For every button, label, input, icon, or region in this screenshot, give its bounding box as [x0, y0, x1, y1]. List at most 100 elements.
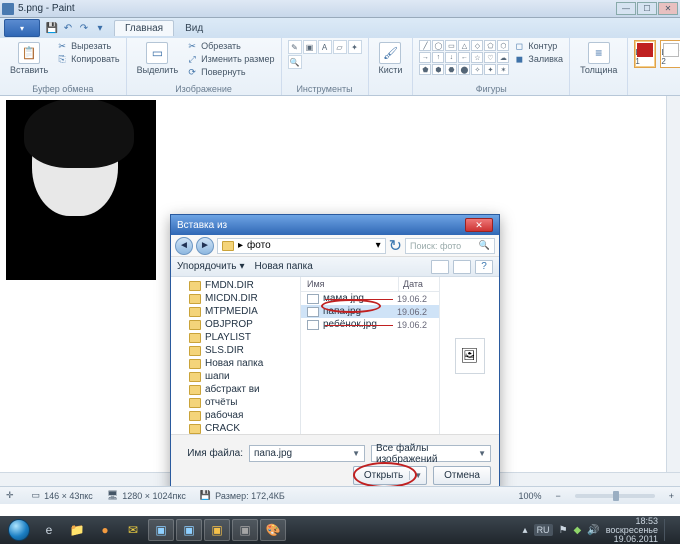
taskbar-ie[interactable]: e — [36, 519, 62, 541]
qat-save-icon[interactable]: 💾 — [45, 21, 59, 35]
open-dialog: Вставка из ✕ ◄ ► ▸ фото ▾ ↻ Поиск: фото … — [170, 214, 500, 486]
newfolder-button[interactable]: Новая папка — [255, 261, 313, 272]
view-mode-button[interactable] — [431, 260, 449, 274]
tree-item[interactable]: отчёты — [171, 396, 300, 409]
maximize-button[interactable]: ☐ — [637, 2, 657, 15]
tool-magnifier[interactable]: 🔍 — [288, 55, 302, 69]
tool-text[interactable]: A — [318, 40, 332, 54]
filename-input[interactable]: папа.jpg ▼ — [249, 445, 365, 462]
show-desktop-button[interactable] — [664, 519, 672, 541]
tray-action-icon[interactable]: ◆ — [574, 525, 582, 536]
tool-picker[interactable]: ✦ — [348, 40, 362, 54]
size-button[interactable]: ≡ Толщина — [576, 40, 621, 77]
taskbar-paint[interactable]: 🎨 — [260, 519, 286, 541]
help-button[interactable]: ? — [475, 260, 493, 274]
open-button[interactable]: Открыть▼ — [353, 466, 427, 485]
tree-item[interactable]: OBJPROP — [171, 318, 300, 331]
nav-back-button[interactable]: ◄ — [175, 237, 193, 255]
ribbon: 📋 Вставить ✂Вырезать ⎘Копировать Буфер о… — [0, 38, 680, 96]
organize-button[interactable]: Упорядочить▾ — [177, 261, 245, 272]
taskbar-item-3[interactable]: ▣ — [204, 519, 230, 541]
tree-item[interactable]: абстракт ви — [171, 383, 300, 396]
select-button[interactable]: ▭ Выделить — [133, 40, 183, 77]
start-button[interactable] — [4, 518, 34, 542]
tree-item[interactable]: MICDN.DIR — [171, 292, 300, 305]
dialog-search[interactable]: Поиск: фото 🔍 — [405, 238, 495, 254]
resize-button[interactable]: ⤢Изменить размер — [186, 53, 274, 65]
taskbar-explorer[interactable]: 📁 — [64, 519, 90, 541]
refresh-icon[interactable]: ↻ — [389, 236, 402, 256]
brushes-button[interactable]: 🖌 Кисти — [375, 40, 407, 77]
copy-button[interactable]: ⎘Копировать — [56, 53, 119, 65]
color1-button[interactable]: Цвет 1 — [634, 40, 656, 68]
cancel-button[interactable]: Отмена — [433, 466, 491, 485]
tree-item[interactable]: SLS.DIR — [171, 344, 300, 357]
close-button[interactable]: ✕ — [658, 2, 678, 15]
color2-button[interactable]: Цвет 2 — [660, 40, 680, 68]
qat-redo-icon[interactable]: ↷ — [77, 21, 91, 35]
tree-item[interactable]: FMDN.DIR — [171, 279, 300, 292]
preview-thumbnail: 🖼 — [455, 338, 485, 374]
tree-item[interactable]: Новая папка — [171, 357, 300, 370]
preview-pane: 🖼 — [439, 277, 499, 434]
tree-item[interactable]: MTPMEDIA — [171, 305, 300, 318]
dialog-nav: ◄ ► ▸ фото ▾ ↻ Поиск: фото 🔍 — [171, 235, 499, 257]
breadcrumb[interactable]: ▸ фото ▾ — [217, 238, 386, 254]
vertical-scrollbar[interactable] — [666, 96, 680, 472]
tool-pencil[interactable]: ✎ — [288, 40, 302, 54]
folder-icon — [189, 333, 201, 343]
status-filesize: 💾 Размер: 172,4КБ — [200, 490, 285, 501]
crop-button[interactable]: ✂Обрезать — [186, 40, 274, 52]
nav-forward-button[interactable]: ► — [196, 237, 214, 255]
app-icon — [2, 3, 14, 15]
tool-fill[interactable]: ▣ — [303, 40, 317, 54]
tree-item[interactable]: шапи — [171, 370, 300, 383]
taskbar-firefox[interactable]: ● — [92, 519, 118, 541]
taskbar-item-2[interactable]: ▣ — [176, 519, 202, 541]
qat-undo-icon[interactable]: ↶ — [61, 21, 75, 35]
tray-volume-icon[interactable]: 🔊 — [587, 525, 599, 536]
resize-icon: ⤢ — [186, 53, 198, 65]
preview-toggle-button[interactable] — [453, 260, 471, 274]
tray-clock[interactable]: 18:53 воскресенье 19.06.2011 — [606, 517, 658, 544]
tray-network-icon[interactable]: ⚑ — [559, 525, 568, 536]
column-name[interactable]: Имя — [301, 277, 399, 291]
dialog-titlebar[interactable]: Вставка из ✕ — [171, 215, 499, 235]
tree-item[interactable]: рабочая — [171, 409, 300, 422]
zoom-slider[interactable] — [575, 494, 655, 498]
app-menu-button[interactable]: ▾ — [4, 19, 40, 37]
tree-item[interactable]: PLAYLIST — [171, 331, 300, 344]
filetype-filter[interactable]: Все файлы изображений ▼ — [371, 445, 491, 462]
dialog-footer: Имя файла: папа.jpg ▼ Все файлы изображе… — [171, 435, 499, 486]
tab-view[interactable]: Вид — [174, 20, 214, 36]
file-row[interactable]: ребёнок.jpg19.06.2 — [301, 318, 439, 331]
shape-outline-button[interactable]: ◻Контур — [513, 40, 563, 52]
taskbar-item-4[interactable]: ▣ — [232, 519, 258, 541]
tree-item[interactable]: CRACK — [171, 422, 300, 434]
file-row[interactable]: папа.jpg19.06.2 — [301, 305, 439, 318]
taskbar-mail[interactable]: ✉ — [120, 519, 146, 541]
tray-show-hidden-icon[interactable]: ▴ — [523, 525, 528, 536]
column-date[interactable]: Дата — [399, 277, 439, 291]
tab-home[interactable]: Главная — [114, 20, 174, 36]
folder-icon — [222, 241, 234, 251]
file-row[interactable]: мама.jpg19.06.2 — [301, 292, 439, 305]
file-list[interactable]: Имя Дата мама.jpg19.06.2папа.jpg19.06.2р… — [301, 277, 439, 434]
paste-button[interactable]: 📋 Вставить — [6, 40, 52, 77]
tray-language[interactable]: RU — [534, 524, 553, 536]
minimize-button[interactable]: — — [616, 2, 636, 15]
canvas-area[interactable]: Вставка из ✕ ◄ ► ▸ фото ▾ ↻ Поиск: фото … — [0, 96, 680, 486]
tool-eraser[interactable]: ▱ — [333, 40, 347, 54]
zoom-in-button[interactable]: + — [669, 491, 674, 501]
shape-gallery[interactable]: ╱◯▭△◇⬠⬡ →↑↓←☆♡☁ ⬟⬢⬣⬤✧✦✶ — [419, 40, 509, 75]
rotate-button[interactable]: ⟳Повернуть — [186, 66, 274, 78]
shape-fill-button[interactable]: ◼Заливка — [513, 53, 563, 65]
zoom-out-button[interactable]: − — [555, 491, 560, 501]
dialog-close-button[interactable]: ✕ — [465, 218, 493, 232]
search-icon: 🔍 — [479, 240, 490, 251]
status-canvas: 🖥 1280 × 1024пкс — [107, 490, 186, 501]
folder-tree[interactable]: FMDN.DIRMICDN.DIRMTPMEDIAOBJPROPPLAYLIST… — [171, 277, 301, 434]
cut-button[interactable]: ✂Вырезать — [56, 40, 119, 52]
taskbar-item-1[interactable]: ▣ — [148, 519, 174, 541]
qat-customize-icon[interactable]: ▾ — [93, 21, 107, 35]
